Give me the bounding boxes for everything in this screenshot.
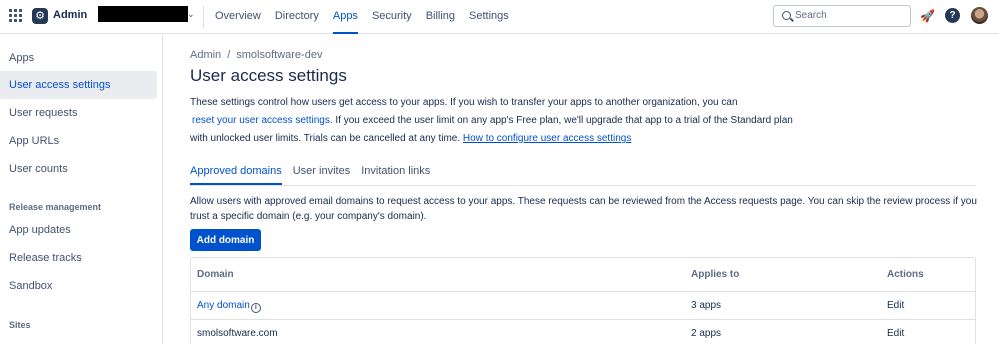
avatar[interactable]	[971, 7, 988, 24]
sidebar-item-app-urls[interactable]: App URLs	[0, 127, 157, 155]
table-row-applies-to: 3 apps	[691, 300, 722, 311]
search-placeholder: Search	[795, 10, 827, 21]
breadcrumb-separator: /	[227, 49, 231, 61]
tab-invitation-links[interactable]: Invitation links	[361, 165, 430, 185]
description-line-3: with unlocked user limits. Trials can be…	[190, 133, 810, 144]
edit-link[interactable]: Edit	[887, 300, 904, 311]
tabs-divider	[190, 185, 976, 186]
main-content: Admin / smolsoftware-dev User access set…	[164, 35, 999, 344]
row-divider	[191, 291, 975, 292]
sidebar-item-user-counts[interactable]: User counts	[0, 155, 157, 183]
edit-link[interactable]: Edit	[887, 328, 904, 339]
info-icon[interactable]: i	[250, 303, 261, 313]
approved-domains-description: Allow users with approved email domains …	[190, 196, 977, 222]
app-switcher-icon[interactable]	[9, 9, 23, 23]
breadcrumb-org[interactable]: smolsoftware-dev	[236, 49, 322, 61]
sidebar-item-sandbox[interactable]: Sandbox	[0, 272, 157, 300]
description-line-2: reset your user access settings. If you …	[192, 115, 812, 126]
row-divider	[191, 319, 975, 320]
page-title: User access settings	[190, 66, 347, 85]
primary-nav: Overview Directory Apps Security Billing…	[215, 0, 509, 34]
sidebar-item-release-tracks[interactable]: Release tracks	[0, 244, 157, 272]
nav-security[interactable]: Security	[372, 0, 412, 34]
notification-icon[interactable]: 🚀	[920, 9, 935, 23]
column-header-actions: Actions	[887, 269, 924, 280]
add-domain-button[interactable]: Add domain	[190, 229, 261, 251]
help-icon[interactable]: ?	[945, 8, 960, 23]
top-navigation-bar: ⚙ Admin ⌄ Overview Directory Apps Securi…	[0, 0, 999, 34]
topbar-divider	[203, 6, 204, 28]
organization-selector[interactable]	[98, 6, 188, 22]
sidebar-item-user-requests[interactable]: User requests	[0, 99, 157, 127]
domain-link-smolsoftware[interactable]: smolsoftware.com	[197, 328, 278, 339]
sidebar-heading-sites: Sites	[9, 320, 31, 330]
column-header-domain: Domain	[197, 269, 234, 280]
app-name[interactable]: Admin	[53, 9, 87, 21]
nav-settings[interactable]: Settings	[469, 0, 509, 34]
sidebar-item-app-updates[interactable]: App updates	[0, 216, 157, 244]
table-row-applies-to: 2 apps	[691, 328, 722, 339]
domains-table: Domain Applies to Actions Any domain i 3 …	[190, 257, 976, 344]
sidebar-item-apps[interactable]: Apps	[0, 44, 157, 72]
sidebar-heading-release-management: Release management	[9, 202, 102, 212]
column-header-applies-to: Applies to	[691, 269, 740, 280]
nav-apps[interactable]: Apps	[332, 0, 358, 34]
sidebar: Apps User access settings User requests …	[0, 35, 163, 344]
nav-overview[interactable]: Overview	[215, 0, 261, 34]
reset-access-settings-link[interactable]: reset your user access settings	[192, 115, 330, 126]
breadcrumb: Admin / smolsoftware-dev	[190, 49, 322, 61]
tab-approved-domains[interactable]: Approved domains	[190, 165, 282, 185]
tab-user-invites[interactable]: User invites	[293, 165, 350, 185]
sidebar-item-user-access-settings[interactable]: User access settings	[0, 71, 157, 99]
description-line-1: These settings control how users get acc…	[190, 97, 738, 108]
breadcrumb-admin[interactable]: Admin	[190, 49, 221, 61]
search-input[interactable]: Search	[773, 5, 911, 27]
table-row-domain: Any domain i	[197, 300, 261, 313]
chevron-down-icon[interactable]: ⌄	[187, 9, 195, 20]
nav-directory[interactable]: Directory	[275, 0, 319, 34]
admin-logo-icon: ⚙	[32, 8, 48, 24]
description-line-3-text: with unlocked user limits. Trials can be…	[190, 133, 461, 144]
tabs: Approved domains User invites Invitation…	[190, 165, 430, 185]
domain-link-any[interactable]: Any domain	[197, 300, 250, 311]
description-line-2-text: . If you exceed the user limit on any ap…	[329, 115, 793, 126]
how-to-configure-link[interactable]: How to configure user access settings	[463, 133, 631, 144]
nav-billing[interactable]: Billing	[426, 0, 455, 34]
search-icon	[782, 11, 791, 20]
